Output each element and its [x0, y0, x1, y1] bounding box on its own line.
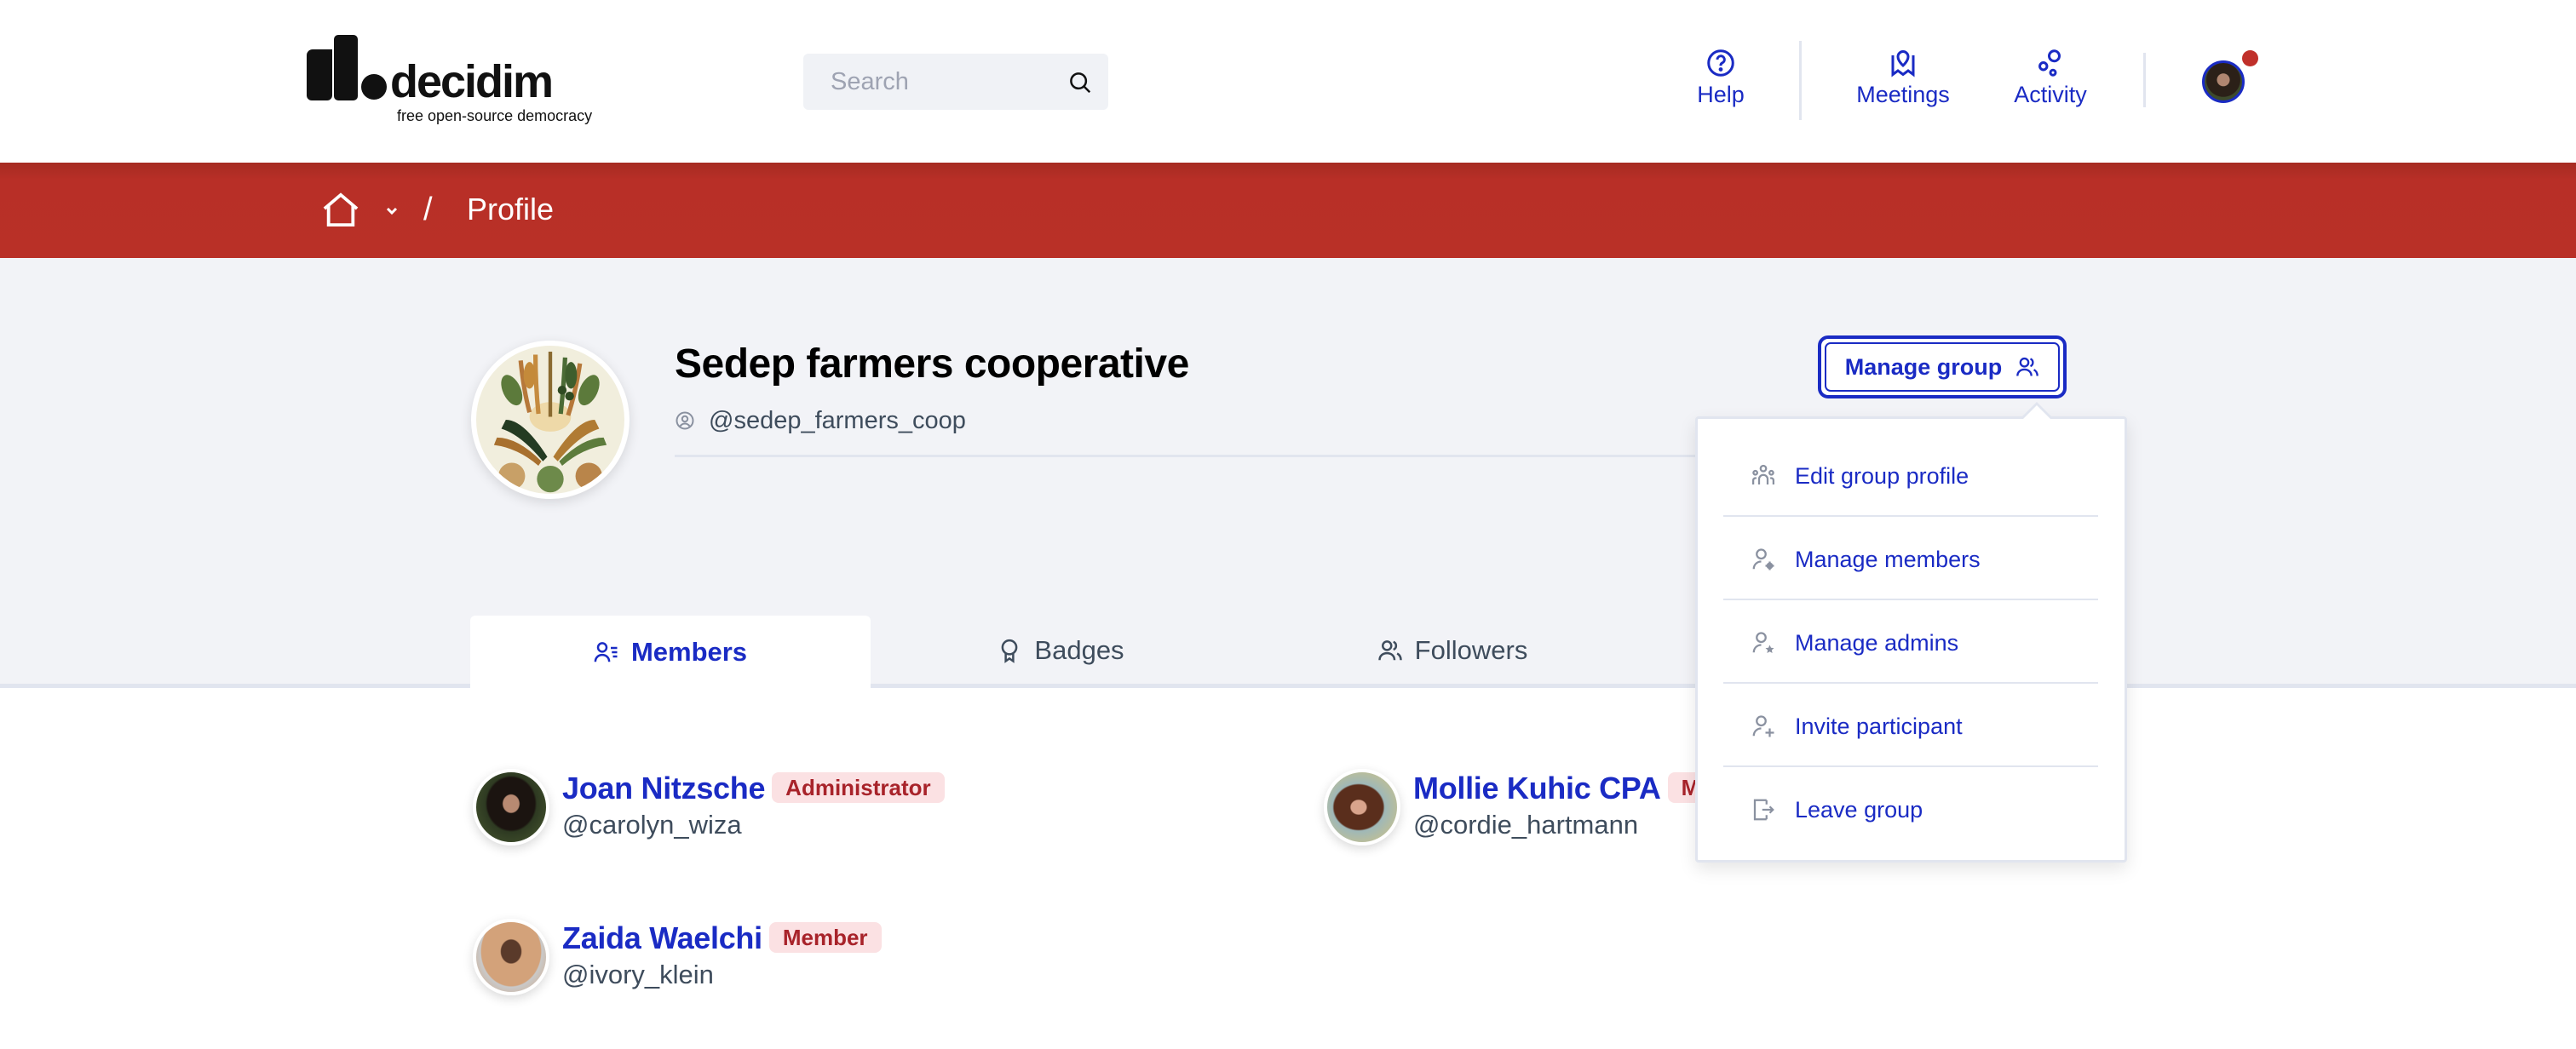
tab-members-label: Members	[630, 637, 748, 667]
menu-item-label: Leave group	[1795, 796, 1923, 823]
breadcrumb: / Profile	[0, 163, 2576, 258]
manage-group-menu: Edit group profile Manage members Manage…	[1695, 402, 2127, 863]
member-handle: @cordie_hartmann	[1413, 810, 1639, 840]
menu-item-edit-group-profile[interactable]: Edit group profile	[1723, 434, 2098, 518]
activity-bubbles-icon	[2038, 49, 2061, 77]
logo-mark-dot	[361, 74, 387, 100]
search-input[interactable]	[803, 54, 1078, 110]
tab-badges[interactable]: Badges	[860, 616, 1261, 685]
menu-item-label: Manage members	[1795, 546, 1981, 572]
nav-meetings[interactable]: Meetings	[1850, 48, 1956, 116]
menu-item-manage-members[interactable]: Manage members	[1723, 518, 2098, 601]
breadcrumb-separator: /	[423, 192, 433, 227]
logout-icon	[1753, 799, 1774, 821]
member-avatar[interactable]	[473, 769, 549, 846]
group-name: Sedep farmers cooperative	[675, 341, 1189, 387]
users-icon	[1377, 639, 1402, 660]
help-circle-icon	[1707, 49, 1734, 77]
group-avatar-image	[476, 346, 624, 494]
manage-group-label: Manage group	[1844, 353, 2003, 380]
logo-mark-bar	[307, 49, 332, 100]
tab-followers[interactable]: Followers	[1252, 616, 1653, 685]
user-settings-icon	[1752, 548, 1774, 570]
menu-divider	[1723, 599, 2098, 600]
menu-divider	[1723, 682, 2098, 684]
menu-item-invite-participant[interactable]: Invite participant	[1723, 685, 2098, 768]
role-badge: Administrator	[772, 772, 945, 803]
nav-activity-label: Activity	[2014, 82, 2087, 107]
award-icon	[1002, 639, 1018, 663]
search-icon[interactable]	[1067, 70, 1093, 95]
site-header: decidim free open-source democracy Help …	[0, 0, 2576, 163]
member-avatar[interactable]	[1324, 769, 1400, 846]
nav-divider	[1799, 41, 1802, 120]
user-star-icon	[1752, 632, 1774, 653]
member-handle: @ivory_klein	[562, 960, 714, 989]
chevron-down-icon[interactable]	[385, 206, 399, 216]
menu-item-leave-group[interactable]: Leave group	[1723, 768, 2098, 851]
group-avatar	[471, 341, 630, 499]
decidim-logo[interactable]: decidim free open-source democracy	[305, 32, 620, 128]
group-users-icon	[1752, 464, 1774, 484]
menu-item-label: Invite participant	[1795, 713, 1963, 739]
menu-item-manage-admins[interactable]: Manage admins	[1723, 601, 2098, 685]
breadcrumb-current: Profile	[467, 192, 555, 226]
home-icon[interactable]	[321, 192, 360, 227]
menu-arrow	[2022, 405, 2051, 420]
users-icon	[2016, 357, 2039, 376]
members-list-icon	[594, 642, 618, 662]
logo-tagline: free open-source democracy	[397, 107, 593, 124]
role-badge: Member	[768, 922, 882, 953]
member-name[interactable]: Joan Nitzsche Administrator	[562, 769, 945, 808]
group-handle: @sedep_farmers_coop	[709, 406, 966, 434]
notification-dot	[2242, 50, 2258, 66]
tab-badges-label: Badges	[1034, 634, 1124, 665]
member-card[interactable]: Joan Nitzsche Administrator @carolyn_wiza	[473, 769, 984, 854]
logo-mark-bar	[334, 35, 358, 100]
menu-item-label: Manage admins	[1795, 629, 1959, 656]
nav-divider	[2143, 53, 2146, 107]
logo-wordmark: decidim	[390, 56, 554, 107]
member-handle: @carolyn_wiza	[562, 810, 742, 840]
nav-help-label: Help	[1697, 82, 1745, 107]
group-handle-row: @sedep_farmers_coop	[675, 405, 966, 436]
user-avatar[interactable]	[2202, 60, 2245, 103]
member-name[interactable]: Zaida Waelchi Member	[562, 919, 882, 958]
search-box	[803, 54, 1108, 110]
nav-help[interactable]: Help	[1685, 48, 1757, 116]
user-profile-icon	[676, 411, 694, 430]
nav-activity[interactable]: Activity	[2004, 48, 2097, 116]
map-pin-icon	[1891, 50, 1915, 77]
manage-group-button[interactable]: Manage group	[1818, 335, 2067, 398]
menu-divider	[1723, 515, 2098, 517]
member-avatar[interactable]	[473, 919, 549, 995]
menu-item-label: Edit group profile	[1795, 462, 1969, 489]
nav-meetings-label: Meetings	[1856, 82, 1950, 107]
user-add-icon	[1752, 715, 1774, 737]
member-card[interactable]: Zaida Waelchi Member @ivory_klein	[473, 919, 984, 1004]
menu-divider	[1723, 765, 2098, 767]
tab-followers-label: Followers	[1414, 634, 1528, 665]
tab-members[interactable]: Members	[470, 616, 871, 689]
